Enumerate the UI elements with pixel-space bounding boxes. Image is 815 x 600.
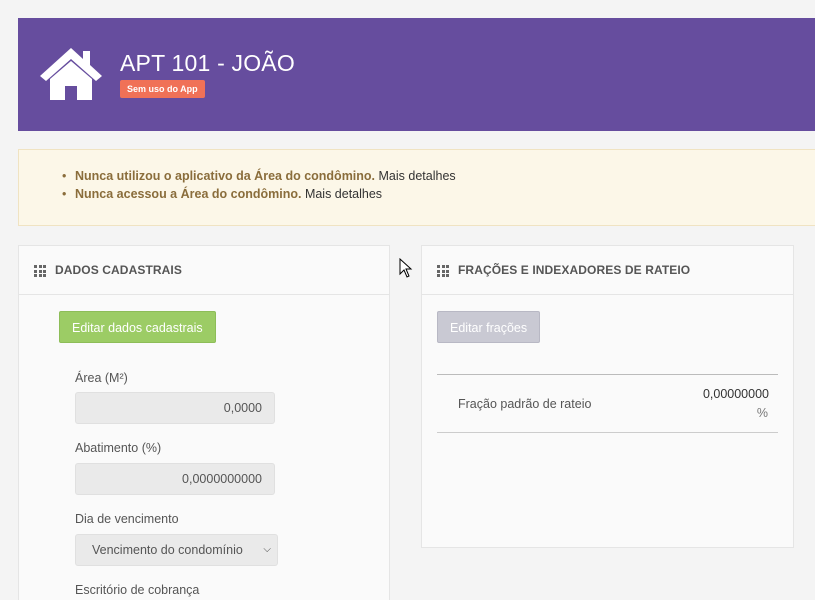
dados-cadastrais-card: DADOS CADASTRAIS Editar dados cadastrais… bbox=[18, 245, 390, 600]
chevron-down-icon: ⌵ bbox=[263, 544, 271, 555]
edit-registration-button[interactable]: Editar dados cadastrais bbox=[59, 311, 216, 343]
area-input[interactable]: 0,0000 bbox=[75, 392, 275, 424]
card-header: FRAÇÕES E INDEXADORES DE RATEIO bbox=[422, 246, 793, 295]
vencimento-select-value: Vencimento do condomínio bbox=[92, 543, 243, 557]
unit-title: APT 101 - JOÃO bbox=[120, 50, 295, 76]
rateio-label: Fração padrão de rateio bbox=[458, 397, 592, 411]
bullet-icon: • bbox=[62, 169, 67, 183]
fracoes-card: FRAÇÕES E INDEXADORES DE RATEIO Editar f… bbox=[421, 245, 794, 548]
card-title: FRAÇÕES E INDEXADORES DE RATEIO bbox=[458, 263, 691, 277]
alert-item: • Nunca utilizou o aplicativo da Área do… bbox=[62, 167, 456, 185]
alert-message: Nunca utilizou o aplicativo da Área do c… bbox=[75, 169, 376, 183]
grid-icon bbox=[34, 265, 46, 277]
home-icon bbox=[40, 48, 102, 100]
card-title: DADOS CADASTRAIS bbox=[55, 263, 182, 277]
area-label: Área (M²) bbox=[75, 371, 128, 385]
mouse-cursor-icon bbox=[399, 258, 413, 278]
rateio-value: 0,00000000 bbox=[702, 387, 769, 401]
grid-icon bbox=[437, 265, 449, 277]
edit-fractions-button[interactable]: Editar frações bbox=[437, 311, 541, 343]
abatimento-label: Abatimento (%) bbox=[75, 441, 162, 455]
details-link[interactable]: Mais detalhes bbox=[305, 187, 382, 201]
card-header: DADOS CADASTRAIS bbox=[19, 246, 389, 295]
alert-item: • Nunca acessou a Área do condômino. Mai… bbox=[62, 185, 456, 203]
app-usage-badge: Sem uso do App bbox=[120, 80, 205, 98]
vencimento-select[interactable]: Vencimento do condomínio ⌵ bbox=[75, 534, 278, 566]
alert-message: Nunca acessou a Área do condômino. bbox=[75, 187, 302, 201]
details-link[interactable]: Mais detalhes bbox=[379, 169, 456, 183]
vencimento-label: Dia de vencimento bbox=[75, 512, 179, 526]
warning-alert: • Nunca utilizou o aplicativo da Área do… bbox=[18, 149, 815, 226]
abatimento-input[interactable]: 0,0000000000 bbox=[75, 463, 275, 495]
rateio-table-row: Fração padrão de rateio 0,00000000 % bbox=[437, 374, 778, 433]
bullet-icon: • bbox=[62, 187, 67, 201]
unit-header: APT 101 - JOÃO Sem uso do App bbox=[18, 18, 815, 131]
escritorio-label: Escritório de cobrança bbox=[75, 583, 200, 597]
rateio-unit: % bbox=[756, 406, 768, 420]
